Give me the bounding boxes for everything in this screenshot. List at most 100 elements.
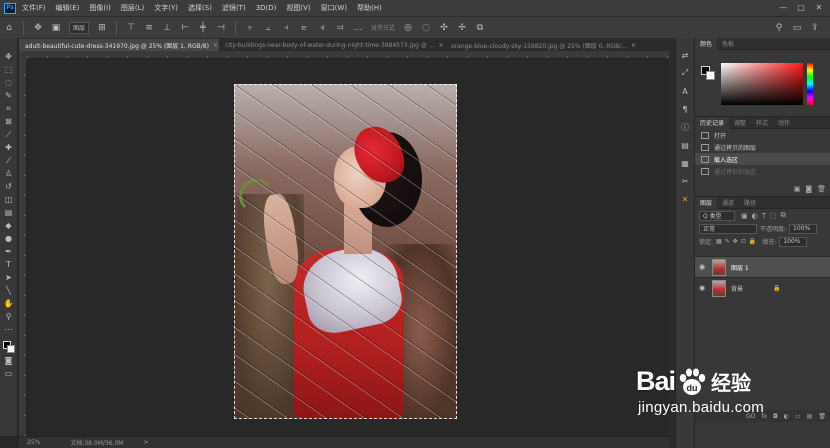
tab-document-active[interactable]: adult-beautiful-cute-dress-341970.jpg @ … <box>19 39 219 51</box>
new-group-icon[interactable]: ▭ <box>795 413 801 420</box>
align-bottom-icon[interactable]: ⊥ <box>160 21 174 35</box>
move-tool-icon[interactable]: ✥ <box>31 21 45 35</box>
eye-icon[interactable]: ◉ <box>699 263 708 271</box>
share-icon[interactable]: ⇪ <box>808 21 822 35</box>
filter-pixel-icon[interactable]: ▣ <box>741 212 748 220</box>
tool-presets-icon[interactable]: ✕ <box>678 192 692 206</box>
dodge-tool-icon[interactable]: ● <box>2 232 16 245</box>
horizontal-ruler[interactable] <box>27 51 669 59</box>
document-image[interactable] <box>234 84 457 419</box>
orbit-3d-icon[interactable]: ◎ <box>401 21 415 35</box>
close-tab-icon[interactable]: × <box>438 42 443 49</box>
layer-style-icon[interactable]: fx <box>761 413 767 420</box>
properties-icon[interactable]: ▤ <box>678 138 692 152</box>
edit-toolbar-icon[interactable]: ⋯ <box>2 323 16 336</box>
lock-all-icon[interactable]: 🔒 <box>749 238 756 245</box>
workspace-icon[interactable]: ▭ <box>790 21 804 35</box>
libraries-icon[interactable]: ▦ <box>678 156 692 170</box>
tab-layers[interactable]: 图层 <box>695 196 718 209</box>
eye-icon[interactable]: ◉ <box>699 284 708 292</box>
quick-select-tool-icon[interactable]: ✎ <box>2 89 16 102</box>
hue-slider[interactable] <box>807 63 813 105</box>
layer-row[interactable]: ◉ 背景 🔒 <box>695 277 830 298</box>
ruler-corner[interactable] <box>19 51 27 59</box>
opacity-input[interactable]: 100% <box>789 223 818 234</box>
tab-paths[interactable]: 路径 <box>739 197 761 209</box>
filter-smart-icon[interactable]: ⧉ <box>781 211 786 220</box>
distribute-middle-icon[interactable]: ⫠ <box>261 21 275 35</box>
menu-file[interactable]: 文件(F) <box>22 3 46 13</box>
layer-kind-select[interactable]: Q 类型 <box>699 210 735 221</box>
distribute-center-icon[interactable]: ⫣ <box>315 21 329 35</box>
frame-tool-icon[interactable]: ⊠ <box>2 115 16 128</box>
color-picker-field[interactable] <box>721 63 803 105</box>
align-top-icon[interactable]: ⊤ <box>124 21 138 35</box>
scale-3d-icon[interactable]: ⧉ <box>473 21 487 35</box>
new-document-from-state-icon[interactable]: ▣ <box>794 185 801 193</box>
pan-3d-icon[interactable]: ✣ <box>437 21 451 35</box>
blur-tool-icon[interactable]: ◆ <box>2 219 16 232</box>
filter-type-icon[interactable]: T <box>762 212 766 220</box>
transform-icon[interactable]: ⤢ <box>678 66 692 80</box>
lock-pixels-icon[interactable]: ▦ <box>716 238 722 245</box>
status-menu-arrow[interactable]: > <box>143 439 148 446</box>
quick-mask-icon[interactable]: ◙ <box>2 354 16 367</box>
lasso-tool-icon[interactable]: ◌ <box>2 76 16 89</box>
tab-swatches[interactable]: 色板 <box>717 38 739 50</box>
tab-document[interactable]: orange-blue-cloudy-sky-159820.jpg @ 25% … <box>445 39 669 51</box>
pen-tool-icon[interactable]: ✒ <box>2 245 16 258</box>
background-color[interactable] <box>6 345 15 353</box>
move-tool-icon[interactable]: ✥ <box>2 50 16 63</box>
layer-row-selected[interactable]: ◉ 图层 1 <box>695 256 830 277</box>
search-icon[interactable]: ⚲ <box>772 21 786 35</box>
history-item[interactable]: 通过拷贝的图层 <box>695 141 830 153</box>
history-item-selected[interactable]: 载入选区 <box>695 153 830 165</box>
line-tool-icon[interactable]: ╲ <box>2 284 16 297</box>
auto-select-checkbox[interactable]: ▣ <box>49 21 63 35</box>
snapshot-icon[interactable]: ◙ <box>805 185 812 193</box>
close-tab-icon[interactable]: × <box>631 42 636 49</box>
delete-state-icon[interactable]: 🗑 <box>817 185 826 193</box>
lock-paint-icon[interactable]: ✎ <box>725 238 730 245</box>
paragraph-align-icon[interactable]: ¶ <box>678 102 692 116</box>
distribute-bottom-icon[interactable]: ⫞ <box>279 21 293 35</box>
new-layer-icon[interactable]: ▤ <box>807 413 813 420</box>
filter-shape-icon[interactable]: ⬚ <box>770 212 777 220</box>
blend-mode-select[interactable]: 正常 <box>699 223 757 234</box>
tab-styles[interactable]: 样式 <box>751 117 773 129</box>
menu-layer[interactable]: 图层(L) <box>121 3 144 13</box>
info-icon[interactable]: ⓘ <box>678 120 692 134</box>
menu-help[interactable]: 帮助(H) <box>357 3 382 13</box>
distribute-left-icon[interactable]: ⫢ <box>297 21 311 35</box>
screen-mode-icon[interactable]: ▭ <box>2 367 16 380</box>
tab-color[interactable]: 颜色 <box>695 37 718 50</box>
roll-3d-icon[interactable]: ◌ <box>419 21 433 35</box>
arrange-icon[interactable]: ⇄ <box>678 48 692 62</box>
menu-select[interactable]: 选择(S) <box>188 3 212 13</box>
home-icon[interactable]: ⌂ <box>2 21 16 35</box>
vertical-ruler[interactable] <box>19 59 27 436</box>
path-select-tool-icon[interactable]: ➤ <box>2 271 16 284</box>
gradient-tool-icon[interactable]: ▤ <box>2 206 16 219</box>
adjustment-layer-icon[interactable]: ◐ <box>784 413 789 420</box>
crop-tool-icon[interactable]: ⌗ <box>2 102 16 115</box>
zoom-level[interactable]: 25% <box>27 439 40 446</box>
auto-select-mode-select[interactable]: 图层 <box>69 21 90 34</box>
more-options-icon[interactable]: … <box>351 21 365 35</box>
align-right-icon[interactable]: ⊣ <box>214 21 228 35</box>
clone-stamp-tool-icon[interactable]: ♙ <box>2 167 16 180</box>
menu-filter[interactable]: 滤镜(T) <box>222 3 246 13</box>
canvas-area[interactable] <box>27 59 669 436</box>
history-item[interactable]: 打开 <box>695 129 830 141</box>
menu-3d[interactable]: 3D(D) <box>256 4 277 12</box>
zoom-tool-icon[interactable]: ⚲ <box>2 310 16 323</box>
healing-brush-tool-icon[interactable]: ✚ <box>2 141 16 154</box>
eraser-tool-icon[interactable]: ◫ <box>2 193 16 206</box>
paragraph-icon[interactable]: A <box>678 84 692 98</box>
tab-actions[interactable]: 动作 <box>773 117 795 129</box>
lock-position-icon[interactable]: ✥ <box>733 238 738 245</box>
delete-layer-icon[interactable]: 🗑 <box>818 413 826 420</box>
menu-edit[interactable]: 编辑(E) <box>56 3 80 13</box>
add-mask-icon[interactable]: ◘ <box>773 413 778 420</box>
tab-adjustments[interactable]: 调整 <box>729 117 751 129</box>
